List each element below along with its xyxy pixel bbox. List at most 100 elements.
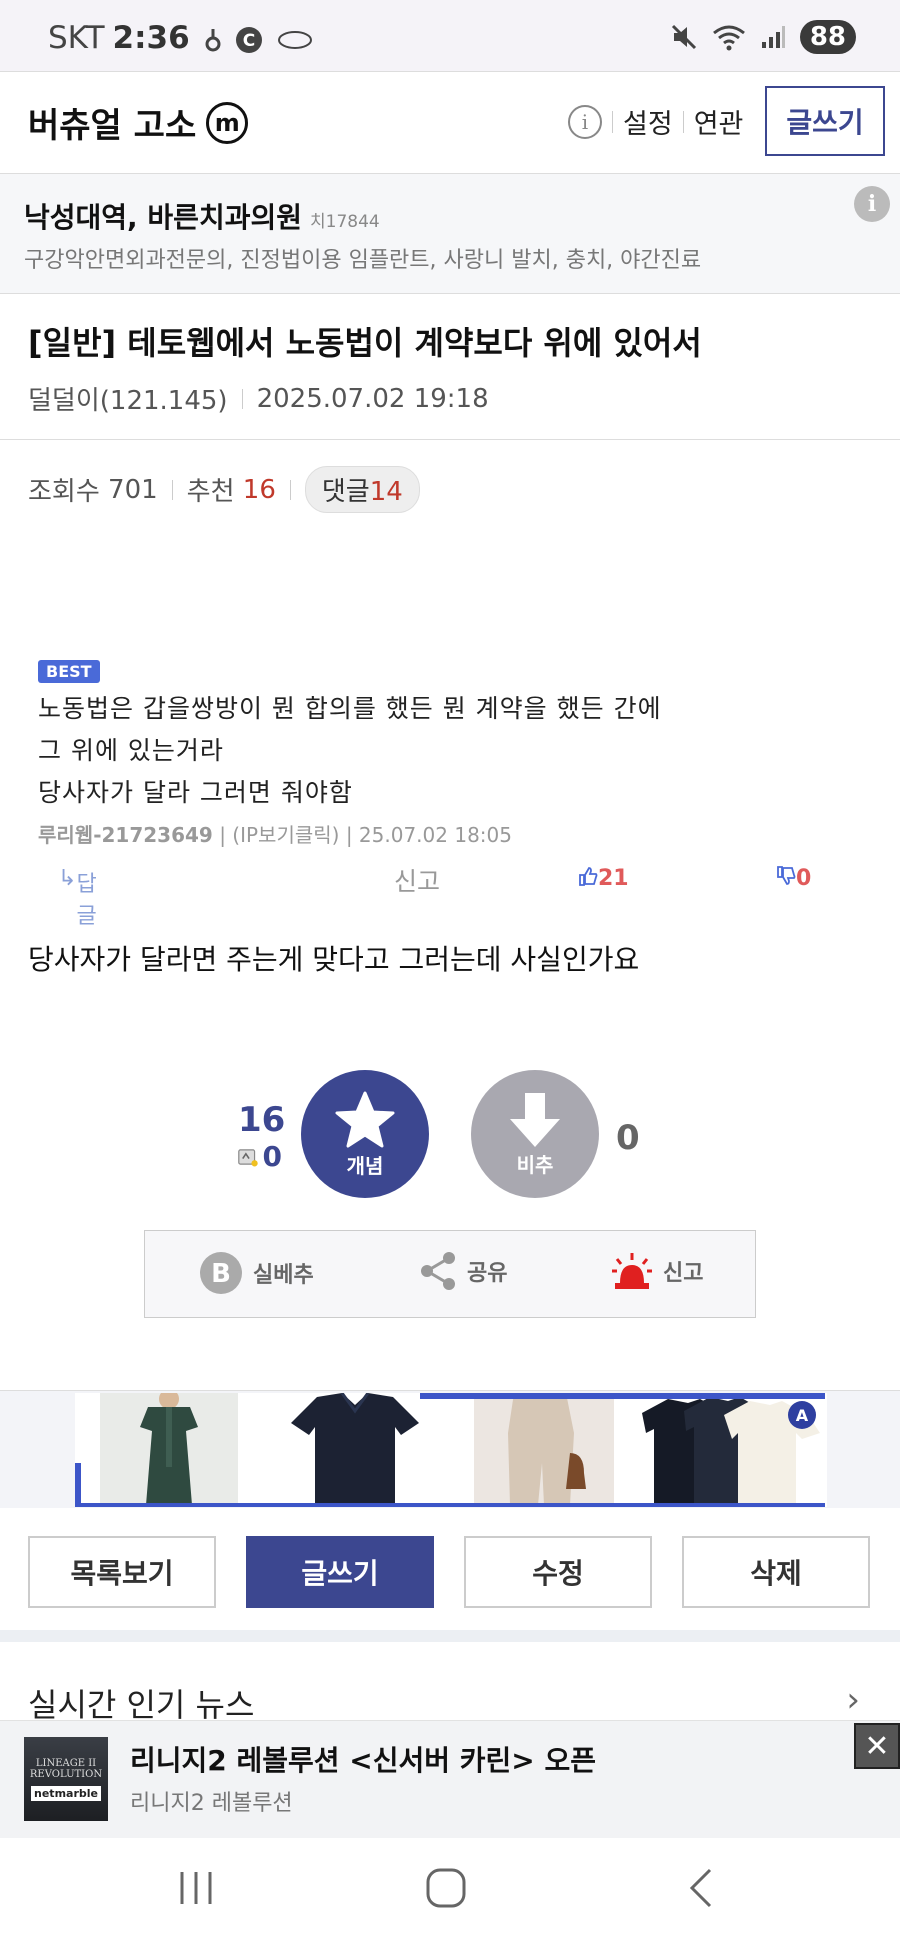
recommend-label: 개념 xyxy=(346,1153,384,1178)
status-bar: SKT 2:36 C 88 xyxy=(0,0,900,72)
thumbs-down-icon xyxy=(777,866,796,885)
banner-frame xyxy=(75,1503,825,1507)
recents-icon[interactable] xyxy=(176,1868,216,1908)
carrier-time: SKT 2:36 xyxy=(48,20,190,56)
fixed-nick-count-value: 0 xyxy=(262,1140,282,1173)
board-header: 버츄얼 고소 m i 설정 연관 글쓰기 xyxy=(0,72,900,174)
share-icon xyxy=(421,1252,455,1290)
delete-button[interactable]: 삭제 xyxy=(682,1536,870,1608)
chevron-right-icon[interactable]: › xyxy=(846,1680,860,1720)
clinic-code: 치17844 xyxy=(310,212,380,232)
minor-gallery-badge-icon: m xyxy=(206,101,249,144)
divider xyxy=(171,479,173,500)
edit-button[interactable]: 수정 xyxy=(464,1536,652,1608)
recommend-button[interactable]: 개념 xyxy=(301,1070,429,1198)
misc-app-icon xyxy=(278,31,312,49)
write-button[interactable]: 글쓰기 xyxy=(246,1536,434,1608)
logo-title: LINEAGE II xyxy=(35,1757,97,1769)
comment-author: 루리웹-21723649 xyxy=(38,823,213,847)
board-title[interactable]: 버츄얼 고소 m xyxy=(28,98,249,147)
logo-brand: netmarble xyxy=(31,1785,101,1801)
product-green-dress[interactable] xyxy=(100,1393,238,1505)
views-count: 701 xyxy=(108,474,158,505)
down-vote-count: 0 xyxy=(616,1118,640,1158)
comment-date: 25.07.02 18:05 xyxy=(358,823,512,847)
product-navy-polo[interactable] xyxy=(287,1393,422,1505)
down-arrow-icon xyxy=(510,1092,560,1147)
up-vote-counts: 16 0 xyxy=(238,1100,286,1173)
report-button[interactable]: 신고 xyxy=(611,1251,703,1291)
info-icon[interactable]: i xyxy=(568,104,602,139)
comments-button[interactable]: 댓글14 xyxy=(304,466,420,513)
list-button[interactable]: 목록보기 xyxy=(28,1536,216,1608)
siren-icon xyxy=(612,1253,652,1289)
divider xyxy=(289,479,291,500)
system-icons: 88 xyxy=(670,20,856,54)
b-circle-icon: B xyxy=(200,1252,242,1294)
post-body: 당사자가 달라면 주는게 맞다고 그러는데 사실인가요 xyxy=(28,943,640,976)
divider xyxy=(682,110,684,133)
post-author[interactable]: 덜덜이(121.145) xyxy=(28,380,228,417)
comment-line: 노동법은 갑을쌍방이 뭔 합의를 했든 뭔 계약을 했든 간에 xyxy=(38,694,662,723)
dislike-count: 0 xyxy=(796,866,812,891)
comments-label: 댓글 xyxy=(321,477,370,507)
up-vote-count: 16 xyxy=(238,1100,286,1140)
ad-info-icon[interactable]: i xyxy=(854,186,890,222)
post-actions: 목록보기 글쓰기 수정 삭제 xyxy=(0,1510,900,1630)
post-stats: 조회수 701 추천 16 댓글14 xyxy=(28,466,420,513)
android-nav-bar xyxy=(0,1838,900,1950)
post-date: 2025.07.02 19:18 xyxy=(256,383,489,414)
report-label: 신고 xyxy=(394,867,441,896)
star-icon xyxy=(335,1091,395,1147)
back-icon[interactable] xyxy=(682,1868,722,1908)
post-title: [일반] 테토웹에서 노동법이 계약보다 위에 있어서 xyxy=(28,324,702,362)
banner-frame xyxy=(420,1393,825,1399)
clinic-ad[interactable]: 낙성대역, 바른치과의원 치17844 구강악안면외과전문의, 진정법이용 임플란… xyxy=(0,174,900,294)
logo-subtitle: REVOLUTION xyxy=(29,1768,103,1780)
clock: 2:36 xyxy=(112,20,190,56)
ad-subtitle: 리니지2 레볼루션 xyxy=(130,1791,293,1816)
svg-text:C: C xyxy=(243,31,255,51)
wifi-icon xyxy=(712,25,745,51)
shopping-banner[interactable]: A xyxy=(0,1390,900,1508)
comment-ip-label: (IP보기클릭) xyxy=(232,823,340,847)
best-badge: BEST xyxy=(38,660,100,683)
clinic-name-text: 낙성대역, 바른치과의원 xyxy=(24,201,302,234)
svg-text:B: B xyxy=(211,1259,231,1289)
mute-icon xyxy=(671,24,696,50)
bottom-ad-banner[interactable]: LINEAGE II REVOLUTION netmarble 리니지2 레볼루… xyxy=(0,1720,900,1838)
comment-meta: 루리웹-21723649 | (IP보기클릭) | 25.07.02 18:05 xyxy=(38,823,512,847)
recommend-label: 추천 xyxy=(186,477,235,507)
not-recommend-button[interactable]: 비추 xyxy=(471,1070,599,1198)
close-icon[interactable]: ✕ xyxy=(854,1723,900,1769)
vote-area: 16 0 개념 비추 0 xyxy=(0,1070,900,1200)
like-count: 21 xyxy=(598,866,629,891)
fixed-nick-icon xyxy=(238,1148,258,1166)
reply-item: ↳ 답글 xyxy=(58,866,97,929)
lineage-logo: LINEAGE II REVOLUTION netmarble xyxy=(24,1737,108,1821)
silbechu-button[interactable]: B 실베추 xyxy=(199,1251,314,1295)
settings-link[interactable]: 설정 xyxy=(623,102,673,141)
header-write-button[interactable]: 글쓰기 xyxy=(765,86,885,156)
header-links: i 설정 연관 xyxy=(568,102,743,141)
related-link[interactable]: 연관 xyxy=(694,102,744,141)
notification-dot-icon xyxy=(205,29,221,52)
divider xyxy=(612,110,613,133)
post-header: [일반] 테토웹에서 노동법이 계약보다 위에 있어서 덜덜이(121.145)… xyxy=(0,294,900,440)
reply-label: 답글 xyxy=(76,872,97,929)
dislike-item: 0 xyxy=(776,866,811,892)
clinic-description: 구강악안면외과전문의, 진정법이용 임플란트, 사랑니 발치, 충치, 야간진료 xyxy=(24,248,702,273)
share-box: B 실베추 공유 신고 xyxy=(144,1230,756,1318)
share-button[interactable]: 공유 xyxy=(419,1251,507,1291)
ad-title: 리니지2 레볼루션 <신서버 카린> 오픈 xyxy=(130,1744,597,1777)
product-beige-outfit[interactable] xyxy=(474,1393,614,1505)
comment-line: 그 위에 있는거라 xyxy=(38,736,224,765)
notification-icons: C xyxy=(205,26,313,54)
home-icon[interactable] xyxy=(426,1868,466,1908)
battery-level: 88 xyxy=(799,20,856,54)
divider xyxy=(241,388,243,409)
thumbs-up-icon xyxy=(579,867,598,886)
comment-line: 당사자가 달라 그러면 줘야함 xyxy=(38,778,353,807)
fixed-nick-count: 0 xyxy=(238,1140,282,1173)
like-item: 21 xyxy=(578,866,629,892)
